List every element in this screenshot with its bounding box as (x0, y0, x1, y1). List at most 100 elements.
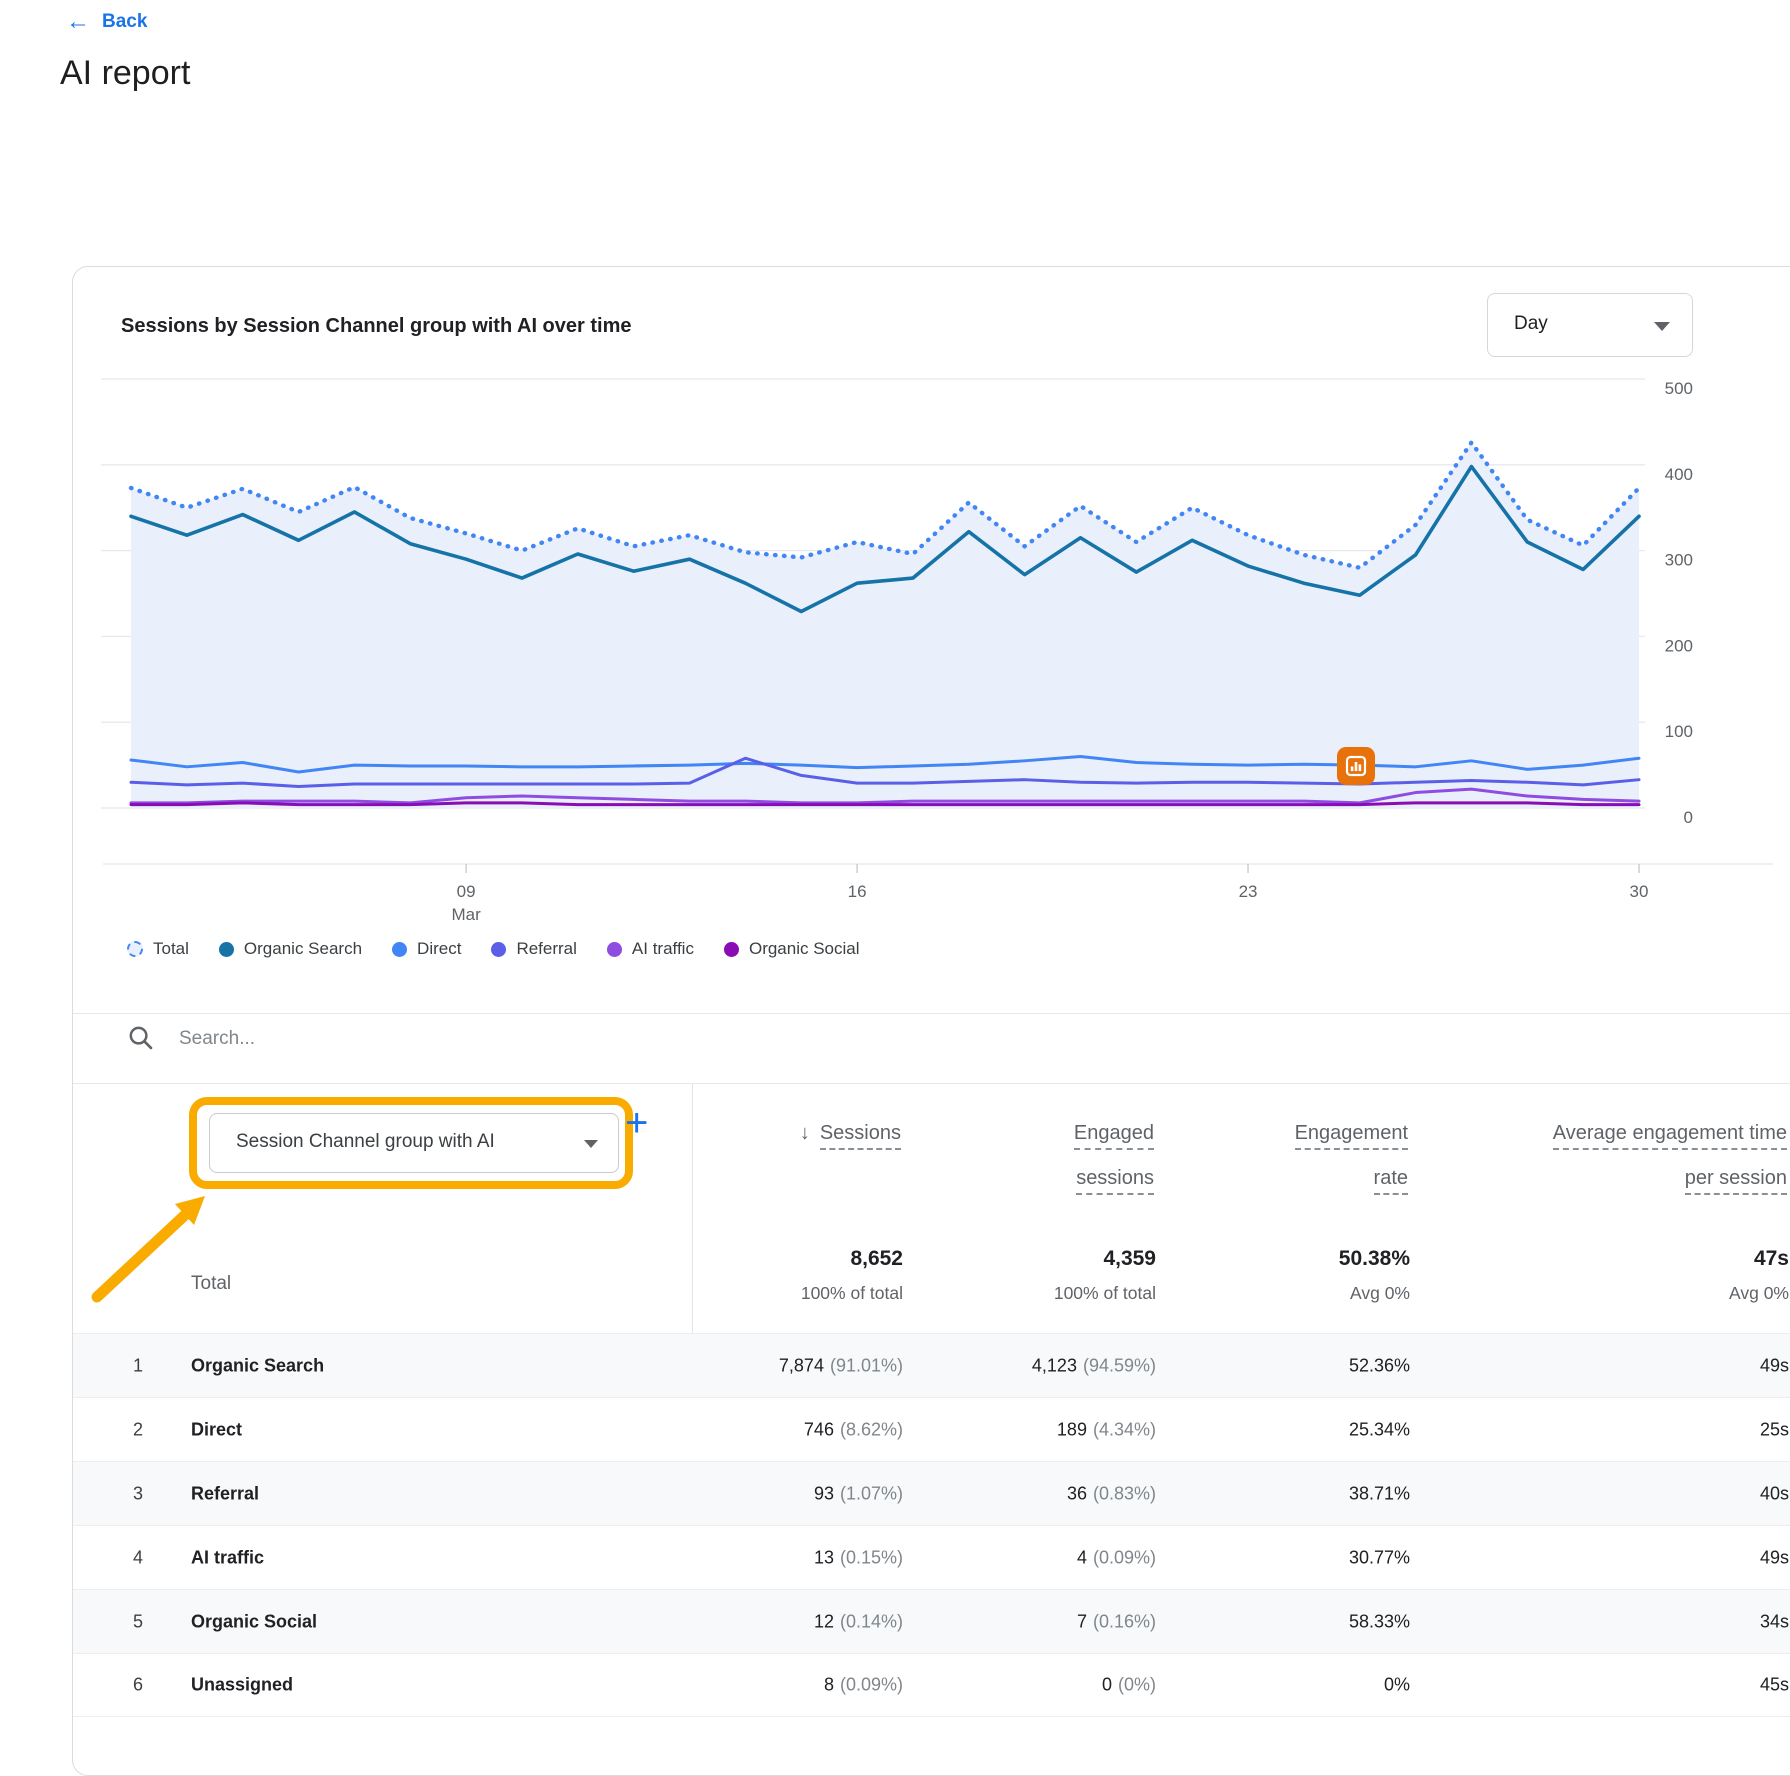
row-engagement-rate: 25.34% (1349, 1419, 1410, 1440)
direct-series-marker (392, 942, 407, 957)
chart-canvas[interactable]: 010020030040050009Mar162330 (73, 331, 1790, 921)
row-rank: 3 (123, 1483, 153, 1504)
legend-label: Referral (516, 939, 576, 959)
legend-item-organic-search[interactable]: Organic Search (219, 939, 362, 959)
referral-series-marker (491, 942, 506, 957)
svg-text:16: 16 (848, 882, 867, 901)
row-engaged-sessions: 0(0%) (1102, 1675, 1156, 1696)
row-channel-name: Referral (191, 1483, 259, 1504)
legend-item-organic-social[interactable]: Organic Social (724, 939, 860, 959)
chart-legend: Total Organic Search Direct Referral AI … (127, 939, 860, 959)
column-header-label: Engaged (1074, 1121, 1154, 1150)
row-engagement-rate: 38.71% (1349, 1483, 1410, 1504)
svg-text:200: 200 (1665, 636, 1693, 655)
column-header-label: Average engagement time (1553, 1121, 1787, 1150)
totals-engagement-rate: 50.38% Avg 0% (1339, 1247, 1410, 1304)
row-channel-name: AI traffic (191, 1547, 264, 1568)
organic-search-series-marker (219, 942, 234, 957)
sessions-line-chart[interactable]: 010020030040050009Mar162330 (73, 331, 1790, 921)
legend-label: Total (153, 939, 189, 959)
row-avg-engagement-time: 49s (1760, 1355, 1789, 1376)
back-arrow-icon: ← (66, 10, 90, 34)
svg-text:23: 23 (1239, 882, 1258, 901)
row-avg-engagement-time: 34s (1760, 1611, 1789, 1632)
row-channel-name: Unassigned (191, 1675, 293, 1696)
back-label: Back (102, 11, 147, 33)
row-rank: 6 (123, 1675, 153, 1696)
row-avg-engagement-time: 25s (1760, 1419, 1789, 1440)
legend-label: Organic Search (244, 939, 362, 959)
row-engaged-sessions: 189(4.34%) (1057, 1419, 1156, 1440)
divider (73, 1013, 1790, 1014)
ai-traffic-series-marker (607, 942, 622, 957)
row-channel-name: Direct (191, 1419, 242, 1440)
page-title: AI report (60, 54, 190, 93)
chevron-down-icon (1654, 322, 1670, 331)
add-dimension-button[interactable]: + (625, 1103, 648, 1143)
row-sessions: 8(0.09%) (824, 1675, 903, 1696)
column-header-label: rate (1374, 1166, 1408, 1195)
dimension-dropdown[interactable]: Session Channel group with AI (209, 1113, 619, 1173)
svg-text:30: 30 (1630, 882, 1649, 901)
column-header-avg-engagement-time[interactable]: Average engagement time per session (1553, 1115, 1787, 1196)
row-engaged-sessions: 4,123(94.59%) (1032, 1355, 1156, 1376)
svg-text:500: 500 (1665, 379, 1693, 398)
column-header-label: sessions (1076, 1166, 1154, 1195)
table-row[interactable]: 6 Unassigned 8(0.09%) 0(0%) 0% 45s (73, 1653, 1790, 1717)
search-input[interactable] (179, 1019, 879, 1059)
column-header-engaged-sessions[interactable]: Engaged sessions (1074, 1115, 1154, 1196)
back-button[interactable]: ← Back (66, 10, 147, 34)
legend-label: Direct (417, 939, 461, 959)
legend-item-total[interactable]: Total (127, 939, 189, 959)
row-sessions: 7,874(91.01%) (779, 1355, 903, 1376)
legend-label: AI traffic (632, 939, 694, 959)
row-sessions: 12(0.14%) (814, 1611, 903, 1632)
totals-label: Total (191, 1273, 231, 1295)
row-sessions: 13(0.15%) (814, 1547, 903, 1568)
dimension-value: Session Channel group with AI (236, 1131, 495, 1153)
totals-sessions: 8,652 100% of total (801, 1247, 903, 1304)
search-icon (127, 1024, 154, 1056)
row-engagement-rate: 30.77% (1349, 1547, 1410, 1568)
column-header-label: Engagement (1295, 1121, 1408, 1150)
divider (73, 1083, 1790, 1084)
svg-text:09: 09 (457, 882, 476, 901)
svg-text:300: 300 (1665, 551, 1693, 570)
legend-item-ai-traffic[interactable]: AI traffic (607, 939, 694, 959)
column-header-label: per session (1685, 1166, 1787, 1195)
row-engaged-sessions: 4(0.09%) (1077, 1547, 1156, 1568)
table-row[interactable]: 2 Direct 746(8.62%) 189(4.34%) 25.34% 25… (73, 1397, 1790, 1461)
row-channel-name: Organic Search (191, 1355, 324, 1376)
row-sessions: 93(1.07%) (814, 1483, 903, 1504)
svg-text:100: 100 (1665, 722, 1693, 741)
row-avg-engagement-time: 49s (1760, 1547, 1789, 1568)
chevron-down-icon (584, 1140, 598, 1148)
report-card: Sessions by Session Channel group with A… (72, 266, 1790, 1776)
row-rank: 5 (123, 1611, 153, 1632)
row-engaged-sessions: 36(0.83%) (1067, 1483, 1156, 1504)
column-header-label: Sessions (820, 1121, 901, 1150)
row-avg-engagement-time: 40s (1760, 1483, 1789, 1504)
row-sessions: 746(8.62%) (804, 1419, 903, 1440)
row-rank: 4 (123, 1547, 153, 1568)
totals-engaged-sessions: 4,359 100% of total (1054, 1247, 1156, 1304)
table-row[interactable]: 1 Organic Search 7,874(91.01%) 4,123(94.… (73, 1333, 1790, 1397)
legend-item-direct[interactable]: Direct (392, 939, 461, 959)
legend-item-referral[interactable]: Referral (491, 939, 576, 959)
column-header-sessions[interactable]: ↓ Sessions (800, 1115, 901, 1151)
table-row[interactable]: 5 Organic Social 12(0.14%) 7(0.16%) 58.3… (73, 1589, 1790, 1653)
table-body: 1 Organic Search 7,874(91.01%) 4,123(94.… (73, 1333, 1790, 1717)
total-series-marker (127, 941, 143, 957)
row-engagement-rate: 0% (1384, 1675, 1410, 1696)
column-header-engagement-rate[interactable]: Engagement rate (1295, 1115, 1408, 1196)
svg-text:0: 0 (1684, 808, 1693, 827)
table-row[interactable]: 3 Referral 93(1.07%) 36(0.83%) 38.71% 40… (73, 1461, 1790, 1525)
row-rank: 1 (123, 1355, 153, 1376)
totals-avg-engagement-time: 47s Avg 0% (1729, 1247, 1789, 1304)
svg-text:Mar: Mar (451, 905, 481, 921)
sort-descending-icon[interactable]: ↓ (800, 1122, 810, 1144)
table-row[interactable]: 4 AI traffic 13(0.15%) 4(0.09%) 30.77% 4… (73, 1525, 1790, 1589)
row-engagement-rate: 52.36% (1349, 1355, 1410, 1376)
row-engagement-rate: 58.33% (1349, 1611, 1410, 1632)
insight-marker-icon[interactable] (1337, 747, 1375, 785)
